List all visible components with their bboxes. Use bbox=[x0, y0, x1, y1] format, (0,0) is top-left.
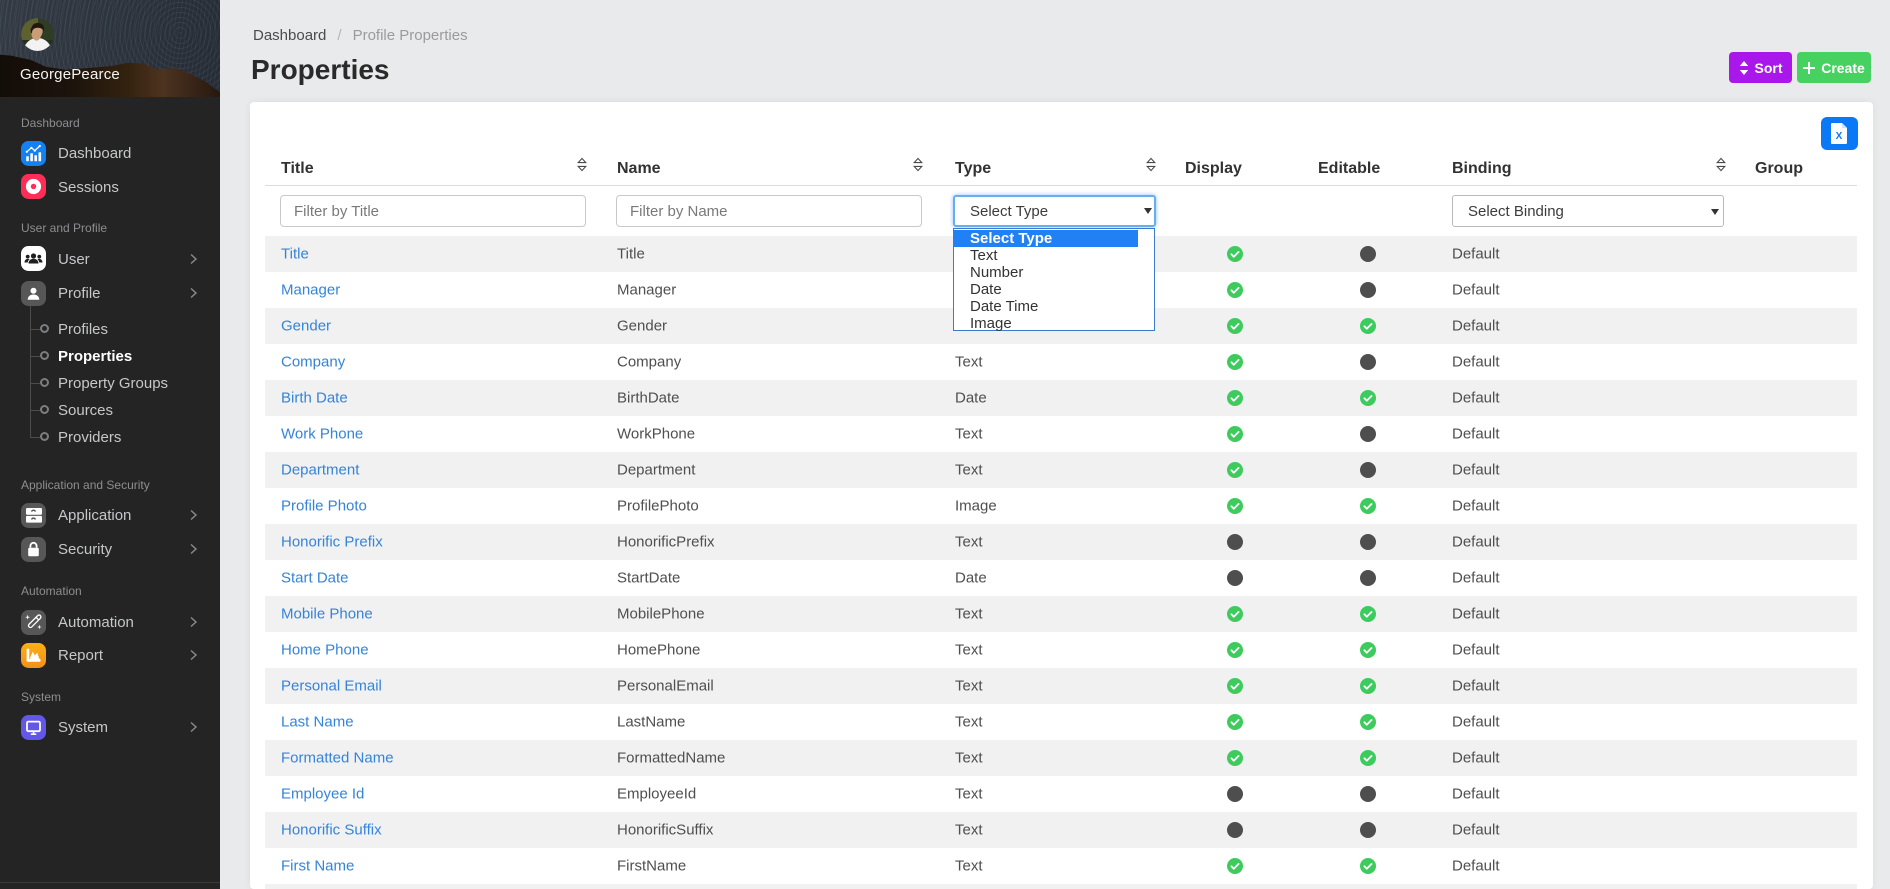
svg-text:X: X bbox=[1836, 131, 1843, 142]
